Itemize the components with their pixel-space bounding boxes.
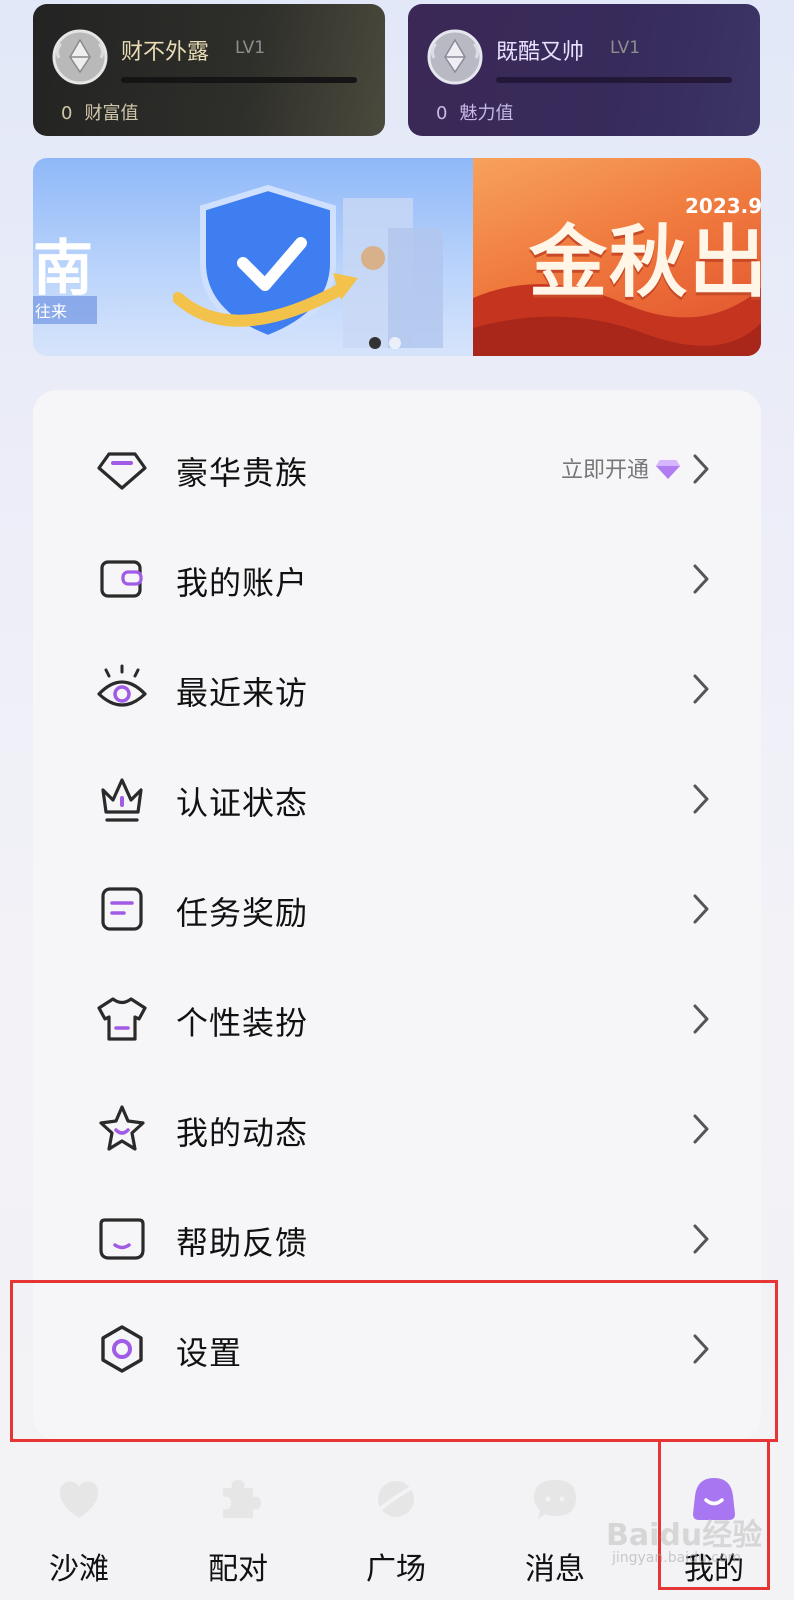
menu-item-label: 认证状态 — [176, 784, 309, 822]
wealth-stat: 0 财富值 — [61, 99, 138, 125]
tab-label: 配对 — [208, 1552, 268, 1587]
gem-icon — [656, 460, 680, 479]
chevron-right-icon — [693, 454, 709, 484]
charm-level-name: 既酷又帅 — [496, 40, 585, 65]
eye-icon — [97, 664, 147, 707]
menu-item-dressup[interactable]: 个性装扮 — [33, 964, 761, 1074]
chevron-right-icon — [693, 674, 709, 704]
tab-beach[interactable]: 沙滩 — [19, 1462, 139, 1592]
charm-level-card[interactable]: 既酷又帅 LV1 0 魅力值 — [408, 4, 760, 136]
menu-item-label: 帮助反馈 — [176, 1224, 309, 1262]
charm-level-badge: LV1 — [610, 38, 641, 58]
tab-label: 沙滩 — [49, 1552, 109, 1587]
charm-stat: 0 魅力值 — [436, 99, 513, 125]
chat-bubble-icon — [534, 1480, 576, 1519]
chevron-right-icon — [693, 1114, 709, 1144]
menu-item-label: 豪华贵族 — [176, 454, 309, 492]
charm-progress-bar — [496, 77, 732, 83]
menu-item-label: 我的账户 — [176, 564, 309, 602]
menu-item-feedback[interactable]: 帮助反馈 — [33, 1184, 761, 1294]
watermark: Baidu经验 — [606, 1518, 763, 1553]
menu-item-vip[interactable]: 豪华贵族 立即开通 — [33, 414, 761, 524]
banner-slide-security[interactable]: 南 往来 — [33, 158, 473, 356]
banner-pagination — [369, 334, 409, 353]
promo-banner[interactable]: 南 往来 金秋出 2023.9.2 — [33, 158, 761, 356]
puzzle-icon — [223, 1480, 261, 1518]
chevron-right-icon — [693, 784, 709, 814]
banner-dot-1[interactable] — [369, 337, 381, 349]
settings-highlight-box — [10, 1280, 778, 1442]
planet-icon — [377, 1481, 417, 1517]
shirt-icon — [97, 997, 147, 1041]
crown-icon — [101, 778, 143, 822]
wealth-level-name: 财不外露 — [121, 40, 210, 65]
charm-badge-icon — [427, 29, 483, 85]
shield-illustration-icon — [173, 184, 443, 348]
chevron-right-icon — [693, 564, 709, 594]
star-icon — [99, 1105, 145, 1151]
wealth-value-label: 财富值 — [84, 103, 139, 124]
banner-slide-autumn[interactable]: 金秋出 2023.9.2 — [473, 158, 761, 356]
heart-icon — [59, 1481, 99, 1518]
diamond-icon — [97, 452, 147, 490]
chevron-right-icon — [693, 894, 709, 924]
chevron-right-icon — [693, 1004, 709, 1034]
wealth-badge-icon — [52, 29, 108, 85]
feedback-icon — [99, 1218, 145, 1260]
menu-item-tasks[interactable]: 任务奖励 — [33, 854, 761, 964]
wealth-level-badge: LV1 — [235, 38, 266, 58]
menu-item-label: 任务奖励 — [176, 894, 309, 932]
wallet-icon — [100, 560, 143, 598]
banner-left-title: 南 — [33, 234, 93, 304]
charm-value: 0 — [436, 103, 448, 124]
tab-match[interactable]: 配对 — [178, 1462, 298, 1592]
menu-item-label: 我的动态 — [176, 1114, 309, 1152]
wealth-level-card[interactable]: 财不外露 LV1 0 财富值 — [33, 4, 385, 136]
charm-value-label: 魅力值 — [459, 103, 514, 124]
banner-right-date: 2023.9.2 — [685, 194, 761, 218]
wealth-value: 0 — [61, 103, 73, 124]
banner-left-subtitle: 往来 — [33, 296, 98, 324]
wealth-progress-bar — [121, 77, 357, 83]
menu-item-visitors[interactable]: 最近来访 — [33, 634, 761, 744]
vip-activate-text: 立即开通 — [560, 458, 649, 483]
menu-item-moments[interactable]: 我的动态 — [33, 1074, 761, 1184]
menu-item-account[interactable]: 我的账户 — [33, 524, 761, 634]
task-icon — [101, 887, 143, 931]
banner-dot-2[interactable] — [389, 337, 401, 349]
tab-plaza[interactable]: 广场 — [336, 1462, 456, 1592]
tab-label: 广场 — [366, 1552, 426, 1587]
watermark-url: jingyan.baidu.com — [612, 1550, 742, 1566]
menu-item-label: 最近来访 — [176, 674, 309, 712]
tab-messages[interactable]: 消息 — [495, 1462, 615, 1592]
tab-label: 消息 — [525, 1552, 585, 1587]
menu-item-label: 个性装扮 — [176, 1004, 309, 1042]
menu-item-verification[interactable]: 认证状态 — [33, 744, 761, 854]
vip-activate-link[interactable]: 立即开通 — [561, 452, 681, 484]
chevron-right-icon — [693, 1224, 709, 1254]
